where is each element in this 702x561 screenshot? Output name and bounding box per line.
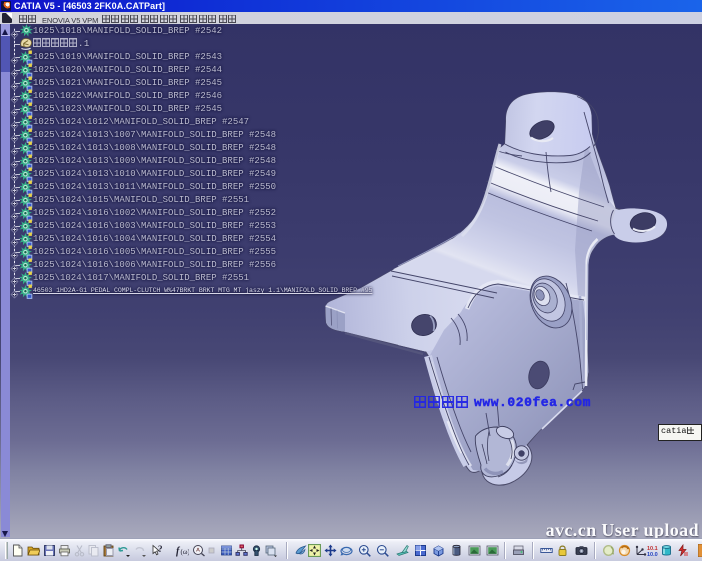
svg-text:10.0: 10.0 — [647, 552, 658, 557]
svg-text:(ω): (ω) — [181, 548, 190, 556]
svg-text:?: ? — [158, 544, 163, 554]
